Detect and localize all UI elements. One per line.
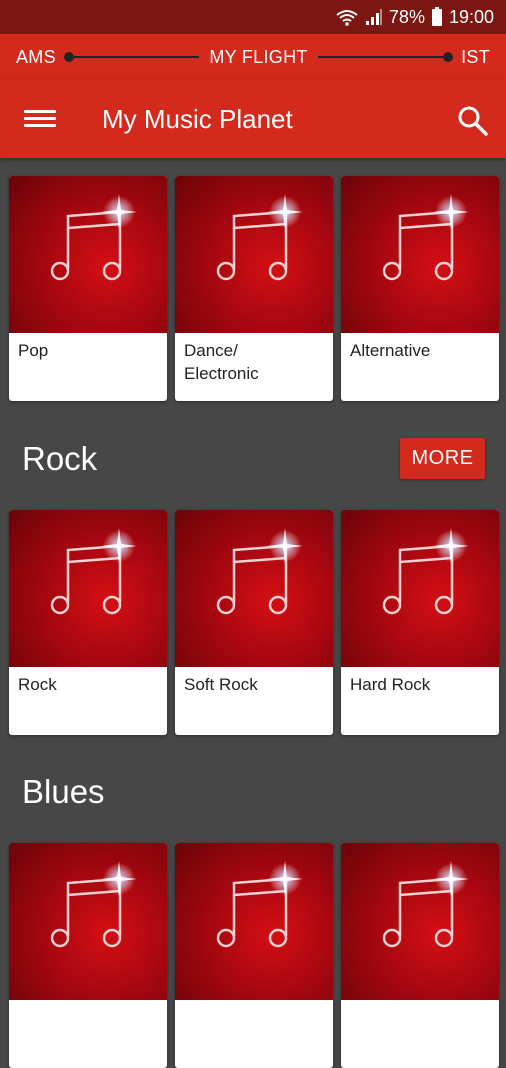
genre-label: Alternative — [350, 341, 431, 360]
genre-label: Rock — [18, 675, 57, 694]
music-note-icon — [341, 510, 499, 667]
genre-card-pop[interactable]: Pop — [9, 176, 167, 401]
genre-card-blues-2[interactable] — [175, 843, 333, 1068]
app-title: My Music Planet — [102, 104, 293, 134]
music-note-icon — [341, 176, 499, 333]
flight-bar[interactable]: AMS MY FLIGHT IST — [0, 34, 506, 80]
genre-card-alternative[interactable]: Alternative — [341, 176, 499, 401]
music-note-icon — [9, 176, 167, 333]
music-note-icon — [341, 843, 499, 1000]
genre-row-top: Pop Dance/ Electronic Alternative — [9, 176, 499, 401]
clock: 19:00 — [448, 6, 494, 27]
status-bar: 78% 19:00 — [0, 0, 506, 34]
menu-icon[interactable] — [24, 106, 56, 132]
music-note-icon — [9, 843, 167, 1000]
genre-label: Dance/ Electronic — [184, 341, 259, 383]
genre-row-blues — [9, 843, 499, 1068]
signal-icon — [365, 8, 383, 26]
genre-label: Hard Rock — [350, 675, 431, 694]
flight-path-left — [63, 52, 200, 62]
genre-card-soft-rock[interactable]: Soft Rock — [175, 510, 333, 735]
flight-path-right — [317, 52, 454, 62]
flight-destination: IST — [461, 46, 491, 67]
genre-row-rock: Rock Soft Rock Hard Rock — [9, 510, 499, 735]
music-note-icon — [9, 510, 167, 667]
music-note-icon — [175, 843, 333, 1000]
genre-card-rock[interactable]: Rock — [9, 510, 167, 735]
genre-card-hard-rock[interactable]: Hard Rock — [341, 510, 499, 735]
genre-card-dance-electronic[interactable]: Dance/ Electronic — [175, 176, 333, 401]
genre-card-blues-3[interactable] — [341, 843, 499, 1068]
app-toolbar: My Music Planet — [0, 80, 506, 158]
music-note-icon — [175, 510, 333, 667]
genre-label: Soft Rock — [184, 675, 258, 694]
wifi-icon — [335, 8, 359, 26]
more-button[interactable]: MORE — [400, 438, 485, 479]
flight-label: MY FLIGHT — [209, 46, 308, 67]
genre-label: Pop — [18, 341, 49, 360]
flight-origin: AMS — [16, 46, 56, 67]
music-note-icon — [175, 176, 333, 333]
battery-level: 78% — [388, 6, 425, 27]
search-icon[interactable] — [456, 104, 490, 138]
section-title-blues: Blues — [22, 773, 105, 810]
genre-card-blues-1[interactable] — [9, 843, 167, 1068]
section-title-rock: Rock — [22, 440, 98, 477]
battery-icon — [431, 7, 443, 27]
